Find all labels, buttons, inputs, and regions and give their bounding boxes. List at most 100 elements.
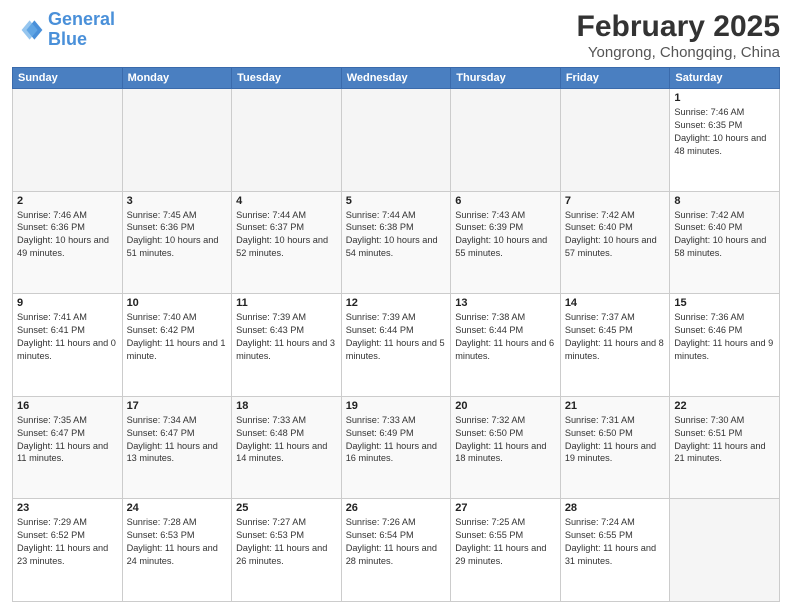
day-cell: 13Sunrise: 7:38 AM Sunset: 6:44 PM Dayli… — [451, 294, 561, 397]
day-number: 9 — [17, 297, 118, 309]
day-cell: 11 Sunrise: 7:39 AM Sunset: 6:43 PM Dayli… — [232, 294, 342, 397]
logo-text: General Blue — [48, 10, 115, 50]
day-cell: 28 Sunrise: 7:24 AM Sunset: 6:55 PM Dayli… — [560, 499, 670, 602]
logo: General Blue — [12, 10, 115, 50]
day-info: Sunrise: 7:28 AM Sunset: 6:53 PM Dayligh… — [127, 516, 228, 568]
day-cell: 5 Sunrise: 7:44 AM Sunset: 6:38 PM Daylig… — [341, 191, 451, 294]
day-info: Sunrise: 7:46 AM Sunset: 6:35 PM Dayligh… — [674, 106, 775, 158]
day-cell: 26 Sunrise: 7:26 AM Sunset: 6:54 PM Dayli… — [341, 499, 451, 602]
day-number: 21 — [565, 400, 666, 412]
weekday-monday: Monday — [122, 68, 232, 89]
day-number: 2 — [17, 195, 118, 207]
day-info: Sunrise: 7:42 AM Sunset: 6:40 PM Dayligh… — [674, 209, 775, 261]
day-cell — [232, 89, 342, 192]
day-info: Sunrise: 7:24 AM Sunset: 6:55 PM Dayligh… — [565, 516, 666, 568]
day-cell: 3 Sunrise: 7:45 AM Sunset: 6:36 PM Daylig… — [122, 191, 232, 294]
day-info: Sunrise: 7:34 AM Sunset: 6:47 PM Dayligh… — [127, 414, 228, 466]
weekday-tuesday: Tuesday — [232, 68, 342, 89]
day-info: Sunrise: 7:39 AM Sunset: 6:43 PM Dayligh… — [236, 311, 337, 363]
day-cell: 19Sunrise: 7:33 AM Sunset: 6:49 PM Dayli… — [341, 396, 451, 499]
sub-title: Yongrong, Chongqing, China — [577, 44, 780, 61]
day-cell: 8 Sunrise: 7:42 AM Sunset: 6:40 PM Daylig… — [670, 191, 780, 294]
day-number: 12 — [346, 297, 447, 309]
day-cell: 20 Sunrise: 7:32 AM Sunset: 6:50 PM Dayli… — [451, 396, 561, 499]
logo-icon — [12, 14, 44, 46]
weekday-header-row: SundayMondayTuesdayWednesdayThursdayFrid… — [13, 68, 780, 89]
day-cell: 21Sunrise: 7:31 AM Sunset: 6:50 PM Dayli… — [560, 396, 670, 499]
header: General Blue February 2025 Yongrong, Cho… — [12, 10, 780, 61]
day-cell: 16Sunrise: 7:35 AM Sunset: 6:47 PM Dayli… — [13, 396, 123, 499]
day-cell — [341, 89, 451, 192]
day-info: Sunrise: 7:33 AM Sunset: 6:48 PM Dayligh… — [236, 414, 337, 466]
day-cell: 6Sunrise: 7:43 AM Sunset: 6:39 PM Daylig… — [451, 191, 561, 294]
day-info: Sunrise: 7:26 AM Sunset: 6:54 PM Dayligh… — [346, 516, 447, 568]
day-number: 3 — [127, 195, 228, 207]
day-cell: 14 Sunrise: 7:37 AM Sunset: 6:45 PM Dayli… — [560, 294, 670, 397]
day-number: 8 — [674, 195, 775, 207]
day-cell: 1 Sunrise: 7:46 AM Sunset: 6:35 PM Daylig… — [670, 89, 780, 192]
week-row-4: 23Sunrise: 7:29 AM Sunset: 6:52 PM Dayli… — [13, 499, 780, 602]
day-number: 19 — [346, 400, 447, 412]
day-cell — [670, 499, 780, 602]
day-cell — [560, 89, 670, 192]
day-cell: 18 Sunrise: 7:33 AM Sunset: 6:48 PM Dayli… — [232, 396, 342, 499]
page: General Blue February 2025 Yongrong, Cho… — [0, 0, 792, 612]
day-number: 6 — [455, 195, 556, 207]
day-number: 25 — [236, 502, 337, 514]
day-cell: 12 Sunrise: 7:39 AM Sunset: 6:44 PM Dayli… — [341, 294, 451, 397]
day-number: 28 — [565, 502, 666, 514]
day-number: 18 — [236, 400, 337, 412]
title-block: February 2025 Yongrong, Chongqing, China — [577, 10, 780, 61]
day-info: Sunrise: 7:41 AM Sunset: 6:41 PM Dayligh… — [17, 311, 118, 363]
day-info: Sunrise: 7:32 AM Sunset: 6:50 PM Dayligh… — [455, 414, 556, 466]
day-info: Sunrise: 7:38 AM Sunset: 6:44 PM Dayligh… — [455, 311, 556, 363]
day-info: Sunrise: 7:36 AM Sunset: 6:46 PM Dayligh… — [674, 311, 775, 363]
day-cell: 23Sunrise: 7:29 AM Sunset: 6:52 PM Dayli… — [13, 499, 123, 602]
day-number: 7 — [565, 195, 666, 207]
day-number: 10 — [127, 297, 228, 309]
day-number: 27 — [455, 502, 556, 514]
day-info: Sunrise: 7:40 AM Sunset: 6:42 PM Dayligh… — [127, 311, 228, 363]
weekday-sunday: Sunday — [13, 68, 123, 89]
day-number: 4 — [236, 195, 337, 207]
logo-line1: General — [48, 9, 115, 29]
day-number: 5 — [346, 195, 447, 207]
weekday-saturday: Saturday — [670, 68, 780, 89]
day-cell — [13, 89, 123, 192]
day-cell: 24 Sunrise: 7:28 AM Sunset: 6:53 PM Dayli… — [122, 499, 232, 602]
day-number: 24 — [127, 502, 228, 514]
day-number: 14 — [565, 297, 666, 309]
day-info: Sunrise: 7:37 AM Sunset: 6:45 PM Dayligh… — [565, 311, 666, 363]
logo-line2: Blue — [48, 29, 87, 49]
day-info: Sunrise: 7:44 AM Sunset: 6:38 PM Dayligh… — [346, 209, 447, 261]
day-number: 20 — [455, 400, 556, 412]
day-cell: 2 Sunrise: 7:46 AM Sunset: 6:36 PM Daylig… — [13, 191, 123, 294]
day-number: 1 — [674, 92, 775, 104]
day-cell — [451, 89, 561, 192]
day-info: Sunrise: 7:39 AM Sunset: 6:44 PM Dayligh… — [346, 311, 447, 363]
day-info: Sunrise: 7:25 AM Sunset: 6:55 PM Dayligh… — [455, 516, 556, 568]
day-cell: 25 Sunrise: 7:27 AM Sunset: 6:53 PM Dayli… — [232, 499, 342, 602]
day-cell: 15 Sunrise: 7:36 AM Sunset: 6:46 PM Dayli… — [670, 294, 780, 397]
day-cell: 7Sunrise: 7:42 AM Sunset: 6:40 PM Daylig… — [560, 191, 670, 294]
day-cell: 10 Sunrise: 7:40 AM Sunset: 6:42 PM Dayli… — [122, 294, 232, 397]
day-number: 15 — [674, 297, 775, 309]
day-info: Sunrise: 7:29 AM Sunset: 6:52 PM Dayligh… — [17, 516, 118, 568]
week-row-0: 1 Sunrise: 7:46 AM Sunset: 6:35 PM Daylig… — [13, 89, 780, 192]
week-row-3: 16Sunrise: 7:35 AM Sunset: 6:47 PM Dayli… — [13, 396, 780, 499]
day-info: Sunrise: 7:27 AM Sunset: 6:53 PM Dayligh… — [236, 516, 337, 568]
week-row-2: 9 Sunrise: 7:41 AM Sunset: 6:41 PM Daylig… — [13, 294, 780, 397]
day-cell: 22 Sunrise: 7:30 AM Sunset: 6:51 PM Dayli… — [670, 396, 780, 499]
day-number: 11 — [236, 297, 337, 309]
day-cell — [122, 89, 232, 192]
main-title: February 2025 — [577, 10, 780, 44]
day-number: 26 — [346, 502, 447, 514]
day-info: Sunrise: 7:46 AM Sunset: 6:36 PM Dayligh… — [17, 209, 118, 261]
day-info: Sunrise: 7:30 AM Sunset: 6:51 PM Dayligh… — [674, 414, 775, 466]
weekday-thursday: Thursday — [451, 68, 561, 89]
day-info: Sunrise: 7:44 AM Sunset: 6:37 PM Dayligh… — [236, 209, 337, 261]
day-number: 22 — [674, 400, 775, 412]
weekday-wednesday: Wednesday — [341, 68, 451, 89]
weekday-friday: Friday — [560, 68, 670, 89]
day-info: Sunrise: 7:45 AM Sunset: 6:36 PM Dayligh… — [127, 209, 228, 261]
